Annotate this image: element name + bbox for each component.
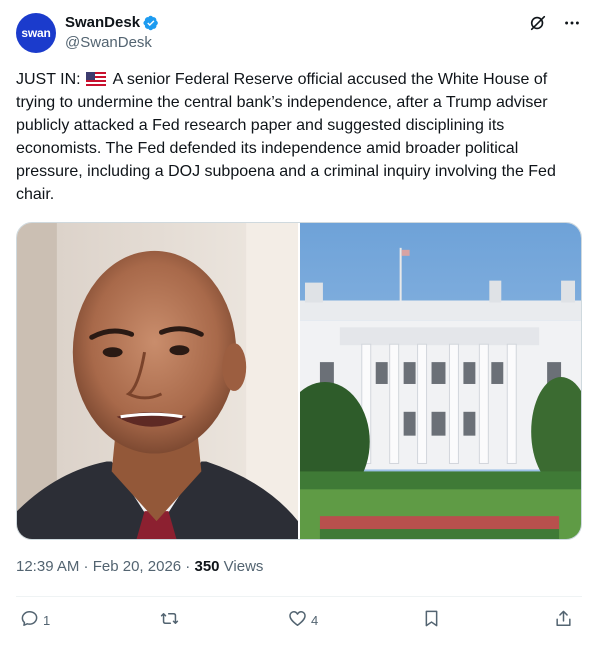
- media-portrait-photo[interactable]: [17, 223, 298, 539]
- us-flag-emoji-icon: [86, 70, 107, 86]
- avatar[interactable]: swan: [16, 13, 56, 53]
- author-names: SwanDesk @SwanDesk: [65, 14, 159, 52]
- meta-separator-2: ·: [181, 558, 195, 575]
- media-grid: [16, 222, 582, 540]
- reply-icon: [20, 609, 39, 631]
- post-time[interactable]: 12:39 AM: [16, 558, 79, 575]
- share-icon: [554, 609, 573, 631]
- bookmark-button[interactable]: [422, 608, 441, 632]
- bookmark-icon: [422, 609, 441, 631]
- reply-button[interactable]: 1: [20, 608, 50, 632]
- views-count: 350: [194, 558, 220, 575]
- verified-badge-icon: [143, 15, 159, 31]
- retweet-icon: [160, 609, 179, 631]
- avatar-logo-text: swan: [21, 26, 51, 40]
- meta-separator: ·: [79, 558, 93, 575]
- tweet-prefix: JUST IN:: [16, 71, 86, 88]
- repost-button[interactable]: [160, 608, 183, 632]
- name-row: SwanDesk: [65, 14, 159, 32]
- reply-count: 1: [43, 612, 51, 628]
- action-bar: 1 4: [16, 608, 582, 632]
- more-icon[interactable]: [562, 13, 582, 33]
- divider: [16, 596, 582, 597]
- tweet-post: swan SwanDesk @SwanDesk JUST IN: A senio…: [0, 0, 598, 645]
- like-button[interactable]: 4: [288, 608, 318, 632]
- tweet-body: A senior Federal Reserve official accuse…: [16, 71, 561, 203]
- post-date[interactable]: Feb 20, 2026: [93, 558, 181, 575]
- tweet-meta: 12:39 AM · Feb 20, 2026 · 350 Views: [16, 558, 263, 575]
- tweet-text: JUST IN: A senior Federal Reserve offici…: [16, 68, 582, 206]
- grok-icon[interactable]: [528, 13, 548, 33]
- views-label: Views: [219, 558, 264, 575]
- heart-icon: [288, 609, 307, 631]
- header-actions: [528, 13, 582, 33]
- author-handle[interactable]: @SwanDesk: [65, 34, 159, 52]
- share-button[interactable]: [554, 608, 573, 632]
- media-white-house-photo[interactable]: [300, 223, 581, 539]
- display-name[interactable]: SwanDesk: [65, 14, 140, 32]
- like-count: 4: [311, 612, 319, 628]
- tweet-header: swan SwanDesk @SwanDesk: [16, 11, 582, 55]
